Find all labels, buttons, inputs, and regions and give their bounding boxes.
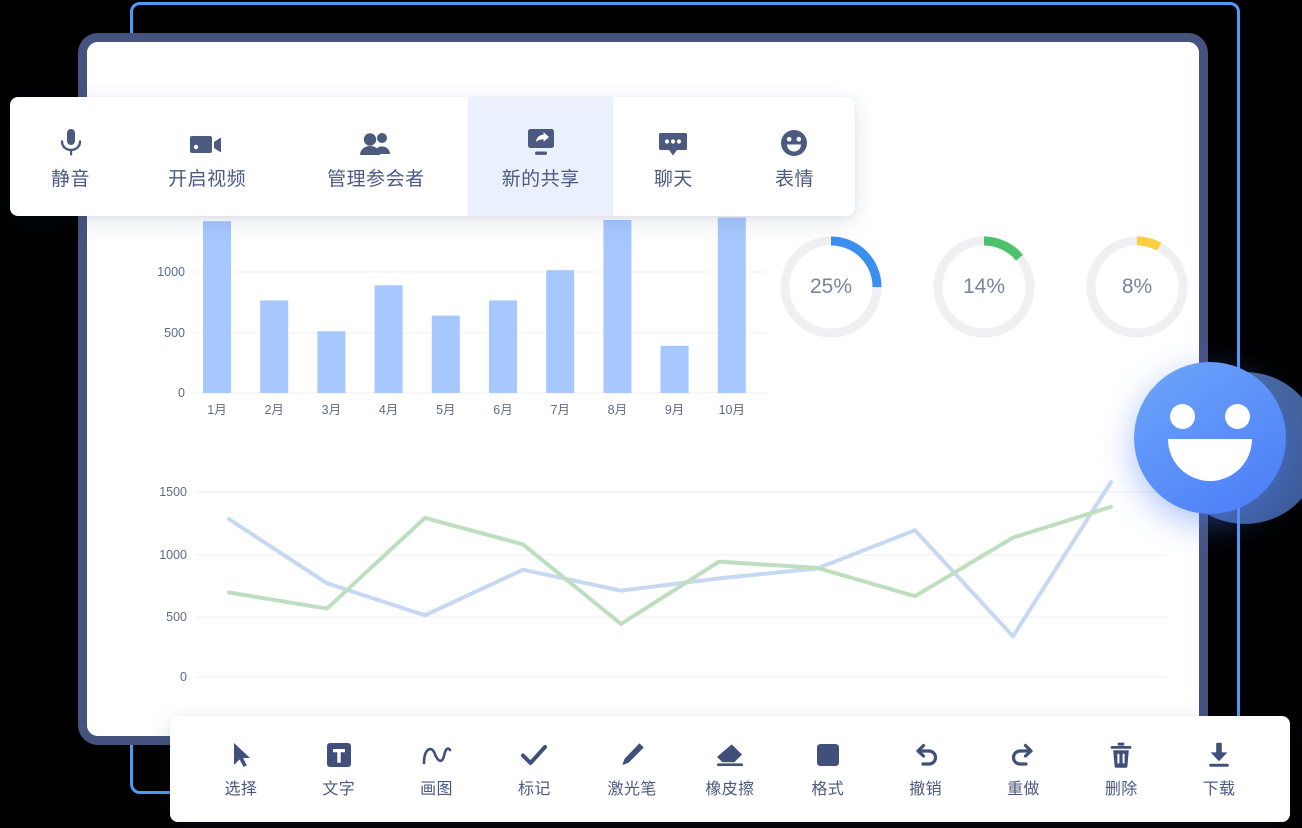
bar-xtick-2月: 2月 (264, 403, 283, 417)
annotation-toolbar: 选择 文字 画图 标记 激光笔 橡皮擦 格式 撤销 重做 删除 下载 (170, 716, 1290, 822)
donut-3-value: 8% (1121, 275, 1153, 298)
annot-button-eraser[interactable]: 橡皮擦 (696, 740, 764, 798)
line-ytick-1500: 1500 (159, 485, 187, 499)
bar-chart-bars (203, 217, 746, 393)
undo-arrow-icon (912, 740, 940, 770)
line-ytick-0: 0 (180, 670, 187, 682)
bar-xtick-10月: 10月 (719, 403, 745, 417)
bar-xtick-9月: 9月 (665, 403, 684, 417)
annot-button-laser-pointer[interactable]: 激光笔 (598, 740, 666, 798)
bar-ytick-1000: 1000 (157, 265, 185, 279)
bar-xtick-1月: 1月 (207, 403, 226, 417)
bar-6月 (489, 300, 517, 393)
donut-gauge-group: 25% 14% 8% (777, 212, 1188, 362)
bar-ytick-0: 0 (178, 386, 185, 400)
annot-label-redo: 重做 (1007, 781, 1040, 798)
annot-label-format: 格式 (811, 781, 845, 798)
bar-xtick-4月: 4月 (379, 403, 398, 417)
line-chart: 1500 1000 500 0 1月2月3月4月5月6月7月8月9月10月 (147, 432, 1197, 703)
bar-9月 (660, 345, 689, 393)
bar-chart-x-axis: 1月 2月 3月 4月 5月 6月 7月 8月 9月 10月 (207, 403, 745, 417)
annot-label-draw: 画图 (420, 781, 453, 798)
meeting-button-manage-participants[interactable]: 管理参会者 (283, 97, 468, 216)
donut-2-value: 14% (962, 275, 1006, 298)
annot-button-delete[interactable]: 删除 (1087, 740, 1155, 798)
download-arrow-icon (1205, 740, 1233, 770)
avatar-eye-right (1225, 404, 1250, 429)
eraser-icon (715, 740, 745, 770)
meeting-label-share-screen: 新的共享 (501, 168, 580, 190)
meeting-button-mute[interactable]: 静音 (10, 97, 131, 216)
text-box-icon (325, 740, 353, 770)
bar-2月 (260, 300, 289, 393)
annot-label-download: 下载 (1202, 781, 1236, 798)
donut-gauge-1: 25% (777, 233, 885, 341)
annot-label-text: 文字 (322, 781, 356, 798)
microphone-icon (56, 125, 86, 159)
line-ytick-500: 500 (166, 610, 187, 624)
smiley-avatar (1134, 362, 1302, 537)
trash-can-icon (1108, 740, 1134, 770)
meeting-button-reactions[interactable]: 表情 (734, 97, 855, 216)
avatar-eye-left (1170, 404, 1195, 429)
bar-8月 (603, 219, 632, 393)
annot-button-mark[interactable]: 标记 (500, 740, 568, 798)
meeting-label-chat: 聊天 (653, 168, 693, 190)
bar-10月 (717, 217, 746, 393)
bar-xtick-7月: 7月 (550, 403, 569, 417)
meeting-button-share-screen[interactable]: 新的共享 (468, 97, 613, 216)
cursor-arrow-icon (228, 740, 254, 770)
annot-label-laser-pointer: 激光笔 (607, 781, 657, 798)
bar-5月 (431, 315, 460, 393)
meeting-label-manage-participants: 管理参会者 (327, 168, 425, 190)
bar-ytick-500: 500 (164, 326, 185, 340)
meeting-label-start-video: 开启视频 (168, 168, 247, 190)
annot-button-select[interactable]: 选择 (207, 740, 275, 798)
meeting-button-start-video[interactable]: 开启视频 (131, 97, 283, 216)
checkmark-icon (519, 740, 549, 770)
bar-4月 (374, 285, 403, 393)
annot-button-draw[interactable]: 画图 (403, 740, 471, 798)
annot-button-format[interactable]: 格式 (794, 740, 862, 798)
donut-gauge-2: 14% (930, 233, 1038, 341)
bar-xtick-5月: 5月 (436, 403, 455, 417)
avatar-mouth (1168, 439, 1252, 481)
bar-1月 (203, 221, 231, 393)
bar-3月 (317, 331, 346, 393)
video-camera-icon (188, 125, 226, 159)
filled-square-icon (815, 740, 841, 770)
annot-button-undo[interactable]: 撤销 (892, 740, 960, 798)
annot-label-undo: 撤销 (909, 781, 942, 798)
annot-button-redo[interactable]: 重做 (989, 740, 1057, 798)
draw-curve-icon (421, 740, 453, 770)
donut-1-value: 25% (809, 275, 853, 298)
donut-gauge-3: 8% (1083, 233, 1191, 341)
annot-label-select: 选择 (224, 781, 258, 798)
line-chart-y-axis: 1500 1000 500 0 (159, 485, 187, 684)
annot-label-eraser: 橡皮擦 (705, 781, 755, 798)
meeting-label-mute: 静音 (51, 168, 91, 190)
smiley-icon (778, 125, 810, 159)
bar-xtick-8月: 8月 (608, 403, 627, 417)
meeting-control-toolbar: 静音 开启视频 管理参会者 新的共享 聊天 表情 (10, 97, 855, 216)
annot-label-mark: 标记 (517, 781, 551, 798)
screen-share-icon (523, 125, 559, 159)
annot-button-download[interactable]: 下载 (1185, 740, 1253, 798)
annot-label-delete: 删除 (1104, 781, 1138, 798)
line-ytick-1000: 1000 (159, 548, 187, 562)
chat-bubble-icon (656, 125, 690, 159)
meeting-button-chat[interactable]: 聊天 (613, 97, 734, 216)
avatar-face (1134, 362, 1286, 514)
bar-xtick-6月: 6月 (493, 403, 512, 417)
bar-chart-y-axis: 1000 500 0 (157, 265, 185, 400)
line-chart-svg: 1500 1000 500 0 1月2月3月4月5月6月7月8月9月10月 (159, 480, 1167, 703)
line-series-2 (227, 504, 1113, 626)
annot-button-text[interactable]: 文字 (305, 740, 373, 798)
meeting-label-reactions: 表情 (774, 168, 814, 190)
bar-7月 (546, 270, 575, 393)
participants-icon (357, 125, 395, 159)
bar-xtick-3月: 3月 (322, 403, 341, 417)
redo-arrow-icon (1009, 740, 1037, 770)
pencil-icon (618, 740, 646, 770)
